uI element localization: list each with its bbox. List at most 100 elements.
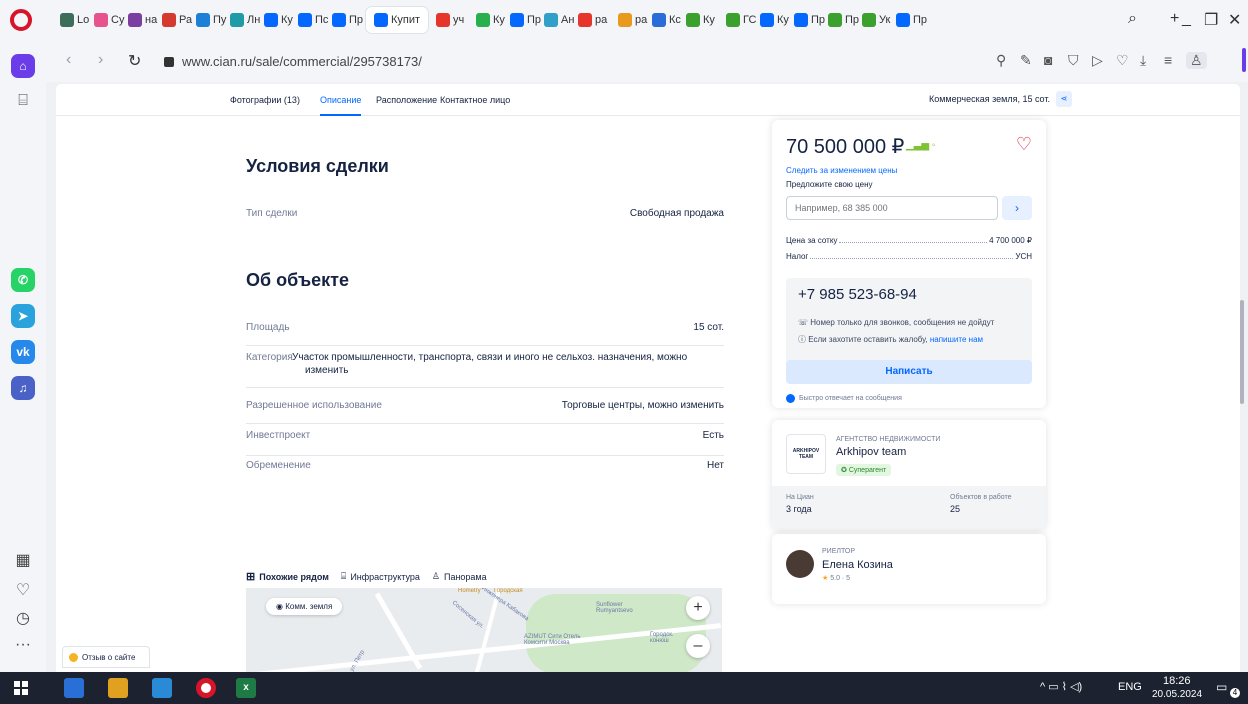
browser-tab[interactable]: Пс <box>298 9 328 31</box>
opera-logo-icon[interactable] <box>10 9 32 31</box>
location-map[interactable]: ◉ Комм. земля Hometry Городская Sunflowe… <box>246 588 722 672</box>
browser-tab[interactable]: Lo <box>60 9 89 31</box>
camera-icon[interactable]: ◙ <box>1044 52 1052 68</box>
url-field[interactable]: www.cian.ru/sale/commercial/295738173/ <box>164 49 954 73</box>
vk-icon[interactable]: vk <box>11 340 35 364</box>
agency-name[interactable]: Arkhipov team <box>836 446 906 458</box>
browser-tab[interactable]: Ку <box>476 9 505 31</box>
browser-tab[interactable]: на <box>128 9 157 31</box>
briefcase-icon[interactable]: ⌸ <box>12 92 34 110</box>
search-tabs-icon[interactable]: ⌕ <box>1128 10 1137 28</box>
tab-similar[interactable]: ⊞ Похожие рядом <box>246 570 329 583</box>
zoom-out-button[interactable]: – <box>686 634 710 658</box>
deal-type-label: Тип сделки <box>246 208 298 219</box>
browser-tab[interactable]: уч <box>436 9 464 31</box>
browser-tab[interactable]: Cy <box>94 9 124 31</box>
tab-favicon-icon <box>510 13 524 27</box>
music-player-icon[interactable]: ♫ <box>11 376 35 400</box>
browser-tab[interactable]: Пу <box>196 9 226 31</box>
write-button[interactable]: Написать <box>786 360 1032 384</box>
subnav-description[interactable]: Описание <box>320 95 362 116</box>
site-feedback-button[interactable]: Отзыв о сайте <box>62 646 150 668</box>
per-sotka-value: 4 700 000 ₽ <box>989 236 1032 245</box>
profile-icon[interactable]: ♙ <box>1186 52 1207 69</box>
tab-label: Пр <box>527 14 542 26</box>
browser-tab[interactable]: Пр <box>510 9 541 31</box>
reload-icon[interactable]: ↻ <box>128 51 141 71</box>
follow-price-link[interactable]: Следить за изменением цены <box>786 166 897 175</box>
telegram-icon[interactable]: ➤ <box>11 304 35 328</box>
menu-icon[interactable]: ≡ <box>1164 52 1172 68</box>
zoom-icon[interactable]: ⚲ <box>996 52 1006 69</box>
zoom-in-button[interactable]: + <box>686 596 710 620</box>
offer-price-input[interactable] <box>786 196 998 220</box>
tab-favicon-icon <box>896 13 910 27</box>
subnav-contact[interactable]: Контактное лицо <box>440 95 510 105</box>
bookmark-heart-icon[interactable]: ♡ <box>1116 52 1129 69</box>
forward-icon[interactable]: › <box>98 51 103 69</box>
page-scrollbar[interactable] <box>1240 300 1244 404</box>
browser-tab[interactable]: ГС <box>726 9 756 31</box>
browser-tab[interactable]: Ку <box>264 9 293 31</box>
clock-date[interactable]: 20.05.2024 <box>1152 689 1202 700</box>
explorer-icon[interactable] <box>64 678 84 698</box>
download-icon[interactable]: ⤓ <box>1140 52 1146 69</box>
browser-tab[interactable]: Ра <box>162 9 192 31</box>
lang-indicator[interactable]: ENG <box>1118 681 1142 693</box>
history-icon[interactable]: ◷ <box>12 608 34 628</box>
price-history-icon[interactable]: ▁▃▅ ◦ <box>906 140 935 151</box>
subnav-photos[interactable]: Фотографии (13) <box>230 95 300 105</box>
browser-tab[interactable]: Ук <box>862 9 890 31</box>
back-icon[interactable]: ‹ <box>66 51 71 69</box>
browser-tab[interactable]: Пр <box>794 9 825 31</box>
phone-icon: ☏ <box>798 318 809 327</box>
realtor-name[interactable]: Елена Козина <box>822 559 893 571</box>
notification-icon[interactable]: ▭ <box>1216 680 1227 694</box>
browser-tab[interactable]: ра <box>618 9 647 31</box>
tab-infrastructure[interactable]: ⌸ Инфраструктура <box>341 571 420 582</box>
browser-tab[interactable]: Купит <box>366 7 429 33</box>
opera-icon[interactable] <box>196 678 216 698</box>
close-icon[interactable]: ✕ <box>1228 10 1241 30</box>
browser-tab[interactable]: Ку <box>760 9 789 31</box>
complaint-link[interactable]: напишите нам <box>930 335 983 344</box>
share-icon[interactable]: ⋖ <box>1056 91 1072 107</box>
whatsapp-icon[interactable]: ✆ <box>11 268 35 292</box>
shield-icon[interactable]: ⛉ <box>1068 52 1079 69</box>
browser-tab[interactable]: Лн <box>230 9 260 31</box>
tab-favicon-icon <box>94 13 108 27</box>
browser-tab[interactable]: ра <box>578 9 607 31</box>
browser-tab[interactable]: Кс <box>652 9 681 31</box>
phone-number[interactable]: +7 985 523-68-94 <box>798 286 917 303</box>
tab-label: Лн <box>247 14 261 26</box>
subnav-location[interactable]: Расположение <box>376 95 437 105</box>
home-icon[interactable]: ⌂ <box>11 54 35 78</box>
browser-tab[interactable]: Пр <box>828 9 859 31</box>
excel-icon[interactable]: x <box>236 678 256 698</box>
tray-icons[interactable]: ^ ▭ ⌇ ◁) <box>1040 680 1082 693</box>
offer-submit-button[interactable]: › <box>1002 196 1032 220</box>
heart-icon[interactable]: ♡ <box>12 580 34 600</box>
plus-icon[interactable]: + <box>1170 10 1179 28</box>
files-icon[interactable] <box>152 678 172 698</box>
browser-tab[interactable]: Пр <box>896 9 927 31</box>
minimize-icon[interactable]: _ <box>1182 10 1191 28</box>
restore-icon[interactable]: ❐ <box>1204 10 1218 30</box>
play-icon[interactable]: ▷ <box>1092 52 1103 69</box>
favorite-heart-icon[interactable]: ♡ <box>1016 134 1032 155</box>
browser-tab[interactable]: Ку <box>686 9 715 31</box>
browser-tab[interactable]: Пр <box>332 9 363 31</box>
app-icon[interactable] <box>108 678 128 698</box>
map-object-pill[interactable]: ◉ Комм. земля <box>266 598 343 615</box>
more-icon[interactable]: ··· <box>12 636 34 654</box>
grid-icon[interactable]: ▦ <box>12 550 34 570</box>
tab-panorama[interactable]: ♙ Панорама <box>432 571 487 582</box>
realtor-rating: ★ 5.0 · 5 <box>822 574 850 582</box>
browser-tab[interactable]: Ан <box>544 9 574 31</box>
agency-card[interactable]: ARKHIPOV TEAM АГЕНТСТВО НЕДВИЖИМОСТИ Ark… <box>772 420 1046 530</box>
tab-favicon-icon <box>862 13 876 27</box>
realtor-card[interactable]: РИЕЛТОР Елена Козина ★ 5.0 · 5 <box>772 534 1046 604</box>
clock-time[interactable]: 18:26 <box>1163 675 1191 687</box>
windows-start-icon[interactable] <box>14 681 28 695</box>
edit-icon[interactable]: ✎ <box>1020 52 1032 69</box>
